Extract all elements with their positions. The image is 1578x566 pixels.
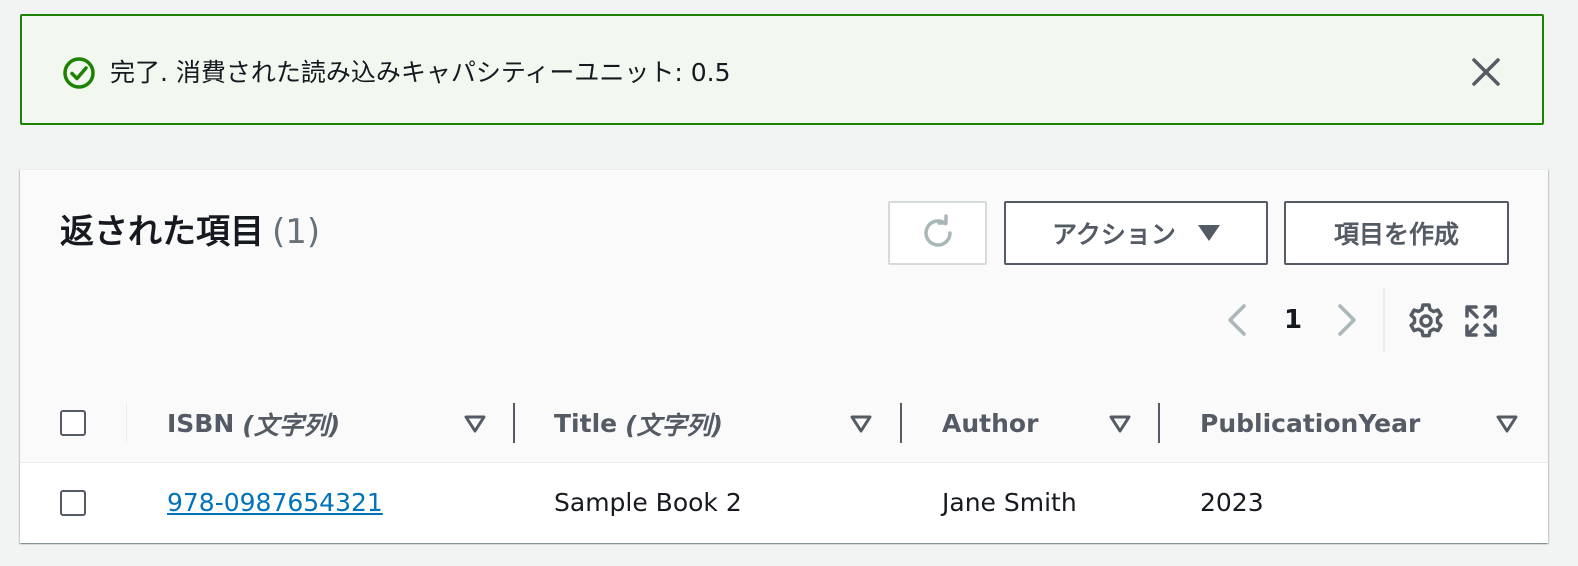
column-header-label: PublicationYear [1200,409,1421,438]
results-table-container: 返された項目 (1) アクション 項目を作成 1 ISBN (文字列) Titl… [20,169,1548,543]
sort-triangle-icon[interactable] [464,415,486,433]
column-divider [126,403,127,443]
column-header-title[interactable]: Title (文字列) [554,385,723,462]
toolbar-divider [1383,288,1385,352]
create-item-button[interactable]: 項目を作成 [1284,201,1509,265]
chevron-right-icon[interactable] [1332,298,1362,342]
column-type-label: (文字列) [242,410,341,440]
create-item-label: 項目を作成 [1333,220,1459,249]
item-count: (1) [272,212,321,252]
column-header-publicationyear[interactable]: PublicationYear [1200,385,1420,462]
column-resizer[interactable] [513,403,515,443]
table-header: 返された項目 (1) アクション 項目を作成 1 [20,170,1548,386]
column-header-label: Author [942,409,1039,438]
pagination-page-1[interactable]: 1 [1278,298,1308,342]
cell-title: Sample Book 2 [554,488,742,517]
table-title: 返された項目 [60,212,264,252]
isbn-link[interactable]: 978-0987654321 [167,488,383,517]
row-select-checkbox[interactable] [60,490,86,516]
sort-triangle-icon[interactable] [1496,415,1518,433]
table-column-headers: ISBN (文字列) Title (文字列) Author PublicationY… [20,385,1548,463]
column-type-label: (文字列) [625,410,723,440]
table-row: 978-0987654321 Sample Book 2 Jane Smith … [20,463,1548,543]
column-header-label: Title [554,409,618,438]
chevron-left-icon[interactable] [1222,298,1252,342]
refresh-button[interactable] [888,201,987,265]
column-header-label: ISBN [167,409,235,438]
page-title: 返された項目 (1) [60,210,320,254]
sort-triangle-icon[interactable] [1109,415,1131,433]
cell-isbn: 978-0987654321 [167,463,383,543]
column-header-isbn[interactable]: ISBN (文字列) [167,385,340,462]
gear-icon[interactable] [1406,301,1446,341]
flash-message: 完了. 消費された読み込みキャパシティーユニット: 0.5 [110,58,731,87]
select-all-checkbox[interactable] [60,410,86,436]
refresh-icon [923,214,952,247]
cell-publication-year: 2023 [1200,488,1264,517]
sort-triangle-icon[interactable] [850,415,872,433]
column-header-author[interactable]: Author [942,385,1038,462]
column-resizer[interactable] [900,403,902,443]
check-circle-icon [63,57,95,89]
actions-dropdown-button[interactable]: アクション [1004,201,1268,265]
success-flash: 完了. 消費された読み込みキャパシティーユニット: 0.5 [20,14,1544,125]
close-icon[interactable] [1468,54,1504,90]
column-resizer[interactable] [1158,403,1160,443]
caret-down-icon [1197,225,1220,241]
fullscreen-icon[interactable] [1464,304,1498,338]
actions-label: アクション [1052,220,1176,249]
cell-author: Jane Smith [942,488,1077,517]
